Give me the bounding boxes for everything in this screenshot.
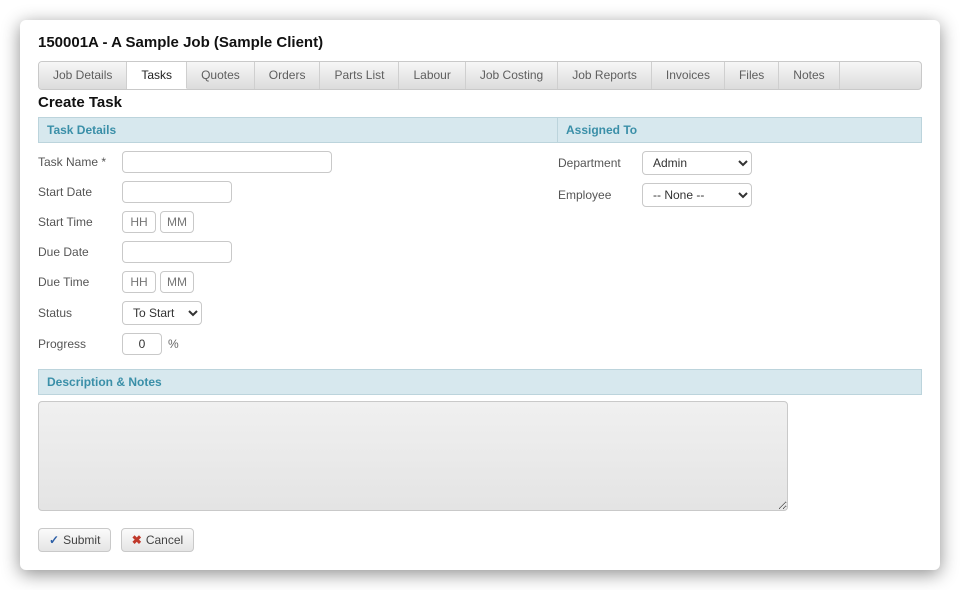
tab-notes[interactable]: Notes [779, 62, 839, 89]
label-status: Status [38, 306, 122, 320]
tabbar-filler [840, 62, 921, 89]
tab-bar: Job Details Tasks Quotes Orders Parts Li… [38, 61, 922, 90]
tab-labour[interactable]: Labour [399, 62, 465, 89]
tab-job-reports[interactable]: Job Reports [558, 62, 652, 89]
label-task-name: Task Name * [38, 155, 122, 169]
department-select[interactable]: Admin [642, 151, 752, 175]
label-due-date: Due Date [38, 245, 122, 259]
tab-job-costing[interactable]: Job Costing [466, 62, 558, 89]
submit-button[interactable]: ✓ Submit [38, 528, 111, 552]
label-start-time: Start Time [38, 215, 122, 229]
assigned-to-header: Assigned To [558, 117, 922, 143]
submit-label: Submit [63, 533, 100, 547]
tab-quotes[interactable]: Quotes [187, 62, 255, 89]
cancel-label: Cancel [146, 533, 183, 547]
start-time-hh-input[interactable] [122, 211, 156, 233]
label-employee: Employee [558, 188, 642, 202]
progress-input[interactable] [122, 333, 162, 355]
label-due-time: Due Time [38, 275, 122, 289]
task-name-input[interactable] [122, 151, 332, 173]
tab-files[interactable]: Files [725, 62, 779, 89]
progress-unit: % [168, 337, 179, 351]
tab-orders[interactable]: Orders [255, 62, 321, 89]
tab-tasks[interactable]: Tasks [127, 62, 187, 89]
check-icon: ✓ [49, 533, 59, 547]
label-department: Department [558, 156, 642, 170]
due-date-input[interactable] [122, 241, 232, 263]
start-date-input[interactable] [122, 181, 232, 203]
task-details-header: Task Details [38, 117, 558, 143]
label-start-date: Start Date [38, 185, 122, 199]
status-select[interactable]: To Start [122, 301, 202, 325]
description-notes-textarea[interactable] [38, 401, 788, 511]
cancel-button[interactable]: ✖ Cancel [121, 528, 194, 552]
due-time-mm-input[interactable] [160, 271, 194, 293]
start-time-mm-input[interactable] [160, 211, 194, 233]
app-panel: 150001A - A Sample Job (Sample Client) J… [20, 20, 940, 570]
desc-notes-header: Description & Notes [38, 369, 922, 395]
section-title: Create Task [38, 94, 922, 111]
due-time-hh-input[interactable] [122, 271, 156, 293]
tab-invoices[interactable]: Invoices [652, 62, 725, 89]
page-title: 150001A - A Sample Job (Sample Client) [38, 34, 922, 51]
employee-select[interactable]: -- None -- [642, 183, 752, 207]
tab-job-details[interactable]: Job Details [39, 62, 127, 89]
label-progress: Progress [38, 337, 122, 351]
tab-parts-list[interactable]: Parts List [320, 62, 399, 89]
close-icon: ✖ [132, 533, 142, 547]
